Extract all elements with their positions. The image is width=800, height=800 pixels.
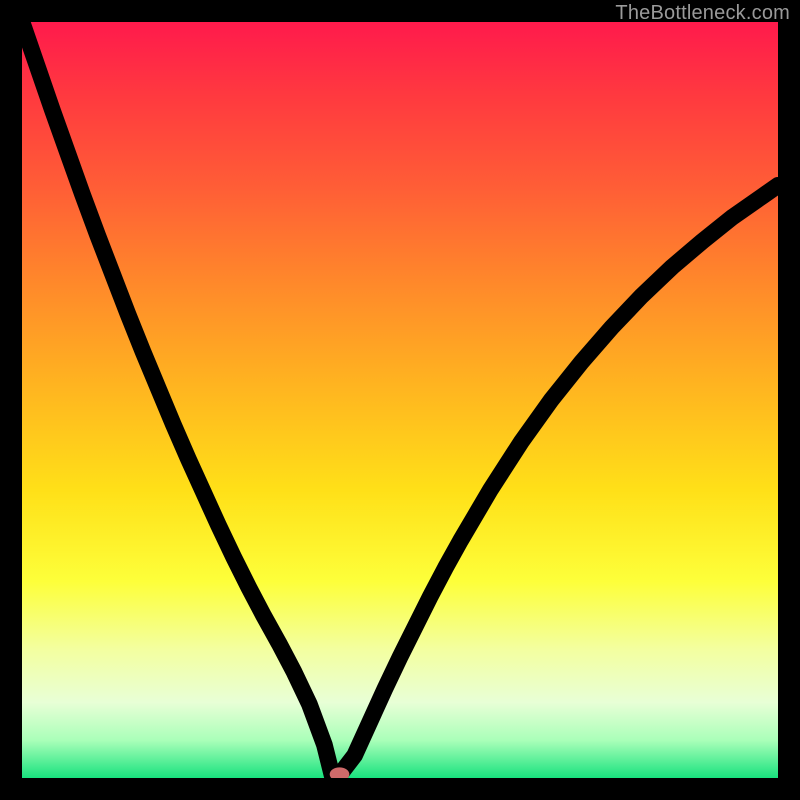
chart-svg <box>22 22 778 778</box>
bottleneck-curve <box>22 22 778 775</box>
chart-frame: TheBottleneck.com <box>0 0 800 800</box>
plot-area <box>22 22 778 778</box>
